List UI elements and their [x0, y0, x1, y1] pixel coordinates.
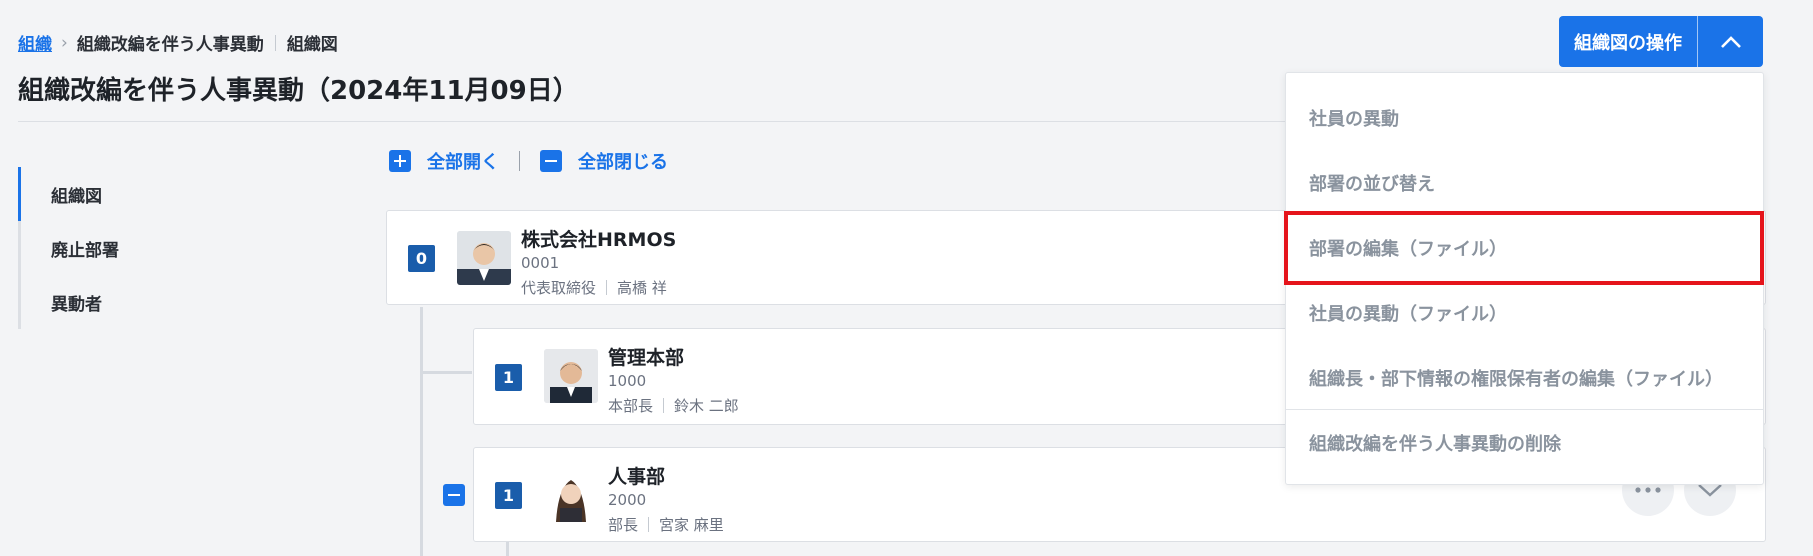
- collapse-all-label: 全部閉じる: [578, 152, 668, 173]
- plus-icon: [389, 150, 411, 172]
- expand-all-label: 全部開く: [427, 152, 499, 173]
- highlight-frame: [1284, 211, 1764, 285]
- sidenav-item-transferees[interactable]: 異動者: [21, 275, 198, 329]
- side-nav: 組織図 廃止部署 異動者: [18, 167, 198, 329]
- page: 組織 › 組織改編を伴う人事異動 組織図 組織改編を伴う人事異動（2024年11…: [0, 0, 1813, 556]
- sidenav-item-abolished-departments[interactable]: 廃止部署: [21, 221, 198, 275]
- page-title: 組織改編を伴う人事異動（2024年11月09日）: [18, 76, 579, 106]
- tree-toggle-toolbar: 全部開く 全部閉じる: [389, 148, 668, 174]
- department-name: 株式会社HRMOS: [521, 229, 677, 251]
- manager-info: 代表取締役 高橋 祥: [521, 277, 667, 298]
- toolbar-divider: [519, 151, 520, 171]
- manager-role: 本部長: [608, 397, 654, 415]
- manager-info: 本部長 鈴木 二郎: [608, 395, 739, 416]
- tree-connector: [420, 371, 472, 374]
- meta-divider: [663, 398, 665, 413]
- menu-item-reorder-departments[interactable]: 部署の並び替え: [1286, 150, 1763, 215]
- member-count-badge: 0: [408, 245, 435, 272]
- breadcrumb-current: 組織改編を伴う人事異動: [76, 35, 264, 55]
- meta-divider: [648, 517, 650, 532]
- manager-name: 鈴木 二郎: [674, 397, 739, 415]
- meta-divider: [606, 280, 608, 295]
- menu-item-delete-reorg-transfer[interactable]: 組織改編を伴う人事異動の削除: [1286, 410, 1763, 475]
- breadcrumb: 組織 › 組織改編を伴う人事異動 組織図: [18, 30, 338, 56]
- department-code: 0001: [521, 254, 560, 272]
- menu-item-edit-permission-holders-file[interactable]: 組織長・部下情報の権限保有者の編集（ファイル）: [1286, 345, 1763, 410]
- manager-role: 部長: [608, 516, 639, 534]
- org-chart-operations-button: 組織図の操作: [1559, 16, 1763, 67]
- avatar: [544, 349, 598, 403]
- manager-role: 代表取締役: [521, 279, 597, 297]
- chevron-up-icon: [1720, 35, 1741, 48]
- tree-connector: [506, 540, 509, 556]
- avatar: [544, 468, 598, 522]
- person-photo-icon: [457, 231, 511, 285]
- minus-icon: [540, 150, 562, 172]
- manager-name: 高橋 祥: [617, 279, 667, 297]
- person-photo-icon: [544, 349, 598, 403]
- tree-connector: [420, 307, 423, 556]
- member-count-badge: 1: [495, 482, 522, 509]
- collapse-all-button[interactable]: 全部閉じる: [540, 148, 668, 174]
- person-photo-icon: [544, 468, 598, 522]
- collapse-node-button[interactable]: [443, 484, 465, 506]
- breadcrumb-divider: [274, 34, 276, 51]
- chevron-right-icon: ›: [61, 32, 68, 53]
- department-name: 管理本部: [608, 347, 685, 369]
- menu-item-transfer-employee-file[interactable]: 社員の異動（ファイル）: [1286, 280, 1763, 345]
- manager-name: 宮家 麻里: [659, 516, 724, 534]
- org-chart-operations-label[interactable]: 組織図の操作: [1559, 16, 1697, 67]
- menu-item-transfer-employee[interactable]: 社員の異動: [1286, 85, 1763, 150]
- operations-menu-toggle[interactable]: [1698, 16, 1763, 67]
- department-code: 1000: [608, 372, 647, 390]
- manager-info: 部長 宮家 麻里: [608, 514, 724, 535]
- breadcrumb-sub: 組織図: [286, 35, 338, 55]
- member-count-badge: 1: [495, 364, 522, 391]
- breadcrumb-link-organization[interactable]: 組織: [18, 30, 52, 55]
- sidenav-item-org-chart[interactable]: 組織図: [18, 167, 198, 221]
- avatar: [457, 231, 511, 285]
- department-code: 2000: [608, 491, 647, 509]
- more-icon: [1635, 487, 1661, 493]
- department-name: 人事部: [608, 466, 666, 488]
- expand-all-button[interactable]: 全部開く: [389, 148, 499, 174]
- title-divider: [18, 121, 1288, 122]
